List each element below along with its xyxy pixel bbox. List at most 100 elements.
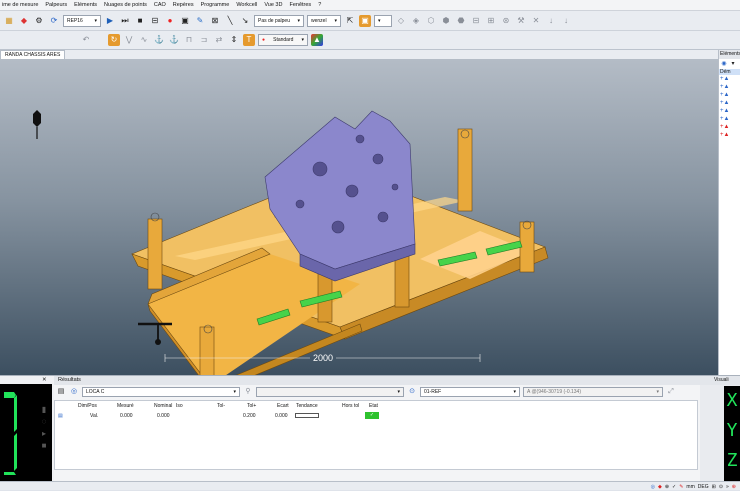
- chevron-down-icon: ▾: [297, 17, 300, 24]
- undo-icon[interactable]: ↶: [80, 34, 92, 46]
- menu-cao[interactable]: CAO: [154, 2, 166, 8]
- unit-label[interactable]: mm: [686, 484, 694, 490]
- status-icon[interactable]: ⊕: [665, 484, 669, 490]
- tree-item[interactable]: +▲: [720, 75, 740, 83]
- tree-item[interactable]: +▲: [720, 131, 740, 139]
- marker2-icon[interactable]: ↓: [560, 15, 572, 27]
- menu-vue3d[interactable]: Vue 3D: [264, 2, 282, 8]
- section-icon[interactable]: ⊟: [470, 15, 482, 27]
- menu-workcell[interactable]: Workcell: [236, 2, 257, 8]
- stop-icon[interactable]: ■: [38, 440, 50, 452]
- close-icon[interactable]: ✕: [42, 376, 47, 385]
- fixture-icon[interactable]: ▦: [3, 15, 15, 27]
- results-table: Dim/Pos Mesuré Nominal Iso Tol- Tol+ Eca…: [54, 400, 698, 470]
- chevron-down-icon: ▾: [513, 388, 516, 395]
- wire-icon[interactable]: ⬣: [455, 15, 467, 27]
- status-ok-badge: ✓: [365, 412, 379, 419]
- status-icon[interactable]: »: [726, 484, 729, 490]
- tree-item[interactable]: +▲: [720, 123, 740, 131]
- mode-select[interactable]: ● Standard ▾: [258, 34, 308, 46]
- binoculars-icon[interactable]: ⊙: [407, 387, 417, 397]
- transform-icon[interactable]: ⇱: [344, 15, 356, 27]
- next-icon[interactable]: ▸: [38, 428, 50, 440]
- menu-nuages[interactable]: Nuages de points: [104, 2, 147, 8]
- align-icon[interactable]: ⊠: [209, 15, 221, 27]
- save-icon[interactable]: ▣: [179, 15, 191, 27]
- tree-item[interactable]: +▲: [720, 99, 740, 107]
- path-icon[interactable]: ⋁: [123, 34, 135, 46]
- document-tab[interactable]: RANDA CHASSIS ARES: [0, 50, 66, 59]
- anchor2-icon[interactable]: ⚓: [168, 34, 180, 46]
- step-icon[interactable]: ⏭: [119, 15, 131, 27]
- loca-select[interactable]: LOCA C ▾: [82, 386, 240, 397]
- search-icon[interactable]: ⚲: [243, 387, 253, 397]
- menu-elements[interactable]: Eléments: [74, 2, 97, 8]
- 3d-scene: [33, 110, 549, 375]
- status-icon[interactable]: ◆: [658, 484, 662, 490]
- clip-icon[interactable]: ⊞: [485, 15, 497, 27]
- measure-mode-icon[interactable]: T: [243, 34, 255, 46]
- status-icon[interactable]: ⊙: [719, 484, 723, 490]
- tree-item[interactable]: +▲: [720, 107, 740, 115]
- expand-icon[interactable]: ⤢: [666, 387, 676, 397]
- ref-select[interactable]: 01-REF ▾: [420, 386, 520, 397]
- menu-fenetres[interactable]: Fenêtres: [289, 2, 311, 8]
- element-select[interactable]: ▾: [256, 386, 404, 397]
- cube-view-icon[interactable]: ▣: [359, 14, 371, 27]
- menu-palpeurs[interactable]: Palpeurs: [45, 2, 67, 8]
- height-icon[interactable]: ⇕: [228, 34, 240, 46]
- status-icon[interactable]: ⊕: [732, 484, 736, 490]
- view-select[interactable]: ▾: [374, 14, 392, 27]
- play-icon[interactable]: ▶: [104, 15, 116, 27]
- status-icon[interactable]: ✎: [679, 484, 683, 490]
- stop-icon[interactable]: ■: [134, 15, 146, 27]
- cycle-icon[interactable]: ⟳: [48, 15, 60, 27]
- rep-select[interactable]: REP16 ▾: [63, 14, 101, 27]
- cancel-icon[interactable]: ✕: [530, 15, 542, 27]
- marker-icon[interactable]: ↓: [545, 15, 557, 27]
- tools-icon[interactable]: ⚒: [515, 15, 527, 27]
- probe-color-icon[interactable]: ◆: [18, 15, 30, 27]
- clamp-icon[interactable]: ⊓: [183, 34, 195, 46]
- trace-icon[interactable]: ∿: [138, 34, 150, 46]
- menu-reperes[interactable]: Repères: [173, 2, 194, 8]
- menu-programme[interactable]: Programme: [201, 2, 230, 8]
- program-icon[interactable]: ⊟: [149, 15, 161, 27]
- list-icon[interactable]: ▤: [56, 387, 66, 397]
- globe-icon[interactable]: ◉: [720, 60, 728, 68]
- trash-icon[interactable]: ▮: [38, 404, 50, 416]
- record-icon[interactable]: ●: [164, 15, 176, 27]
- document-tab-strip: RANDA CHASSIS ARES: [0, 50, 720, 59]
- menu-help[interactable]: ?: [318, 2, 321, 8]
- tree-item[interactable]: +▲: [720, 83, 740, 91]
- stylus-icon[interactable]: ╲: [224, 15, 236, 27]
- menu-mesure[interactable]: ime de mesure: [2, 2, 38, 8]
- palpeur-select[interactable]: Pas de palpeu ▾: [254, 14, 304, 27]
- anchor-icon[interactable]: ⚓: [153, 34, 165, 46]
- 3d-viewport[interactable]: 2000: [0, 59, 718, 375]
- surface-icon[interactable]: ⬢: [440, 15, 452, 27]
- probe-icon[interactable]: ✎: [194, 15, 206, 27]
- explode-icon[interactable]: ⊛: [500, 15, 512, 27]
- globe-icon[interactable]: ◎: [69, 387, 79, 397]
- rotate-icon[interactable]: ↻: [108, 34, 120, 46]
- tree-item[interactable]: +▲: [720, 115, 740, 123]
- stylus-angle-icon[interactable]: ↘: [239, 15, 251, 27]
- flip-icon[interactable]: ⇄: [213, 34, 225, 46]
- coords-field[interactable]: A @(946-30719 (-0.134) ▾: [523, 386, 663, 397]
- solid-icon[interactable]: ⬡: [425, 15, 437, 27]
- angle-label[interactable]: DEG: [698, 484, 709, 490]
- gear-icon[interactable]: ⚙: [33, 15, 45, 27]
- status-icon[interactable]: ✓: [672, 484, 676, 490]
- filter-icon[interactable]: ▾: [729, 60, 737, 68]
- status-icon[interactable]: ⊞: [712, 484, 716, 490]
- cube-shaded-icon[interactable]: ◈: [410, 15, 422, 27]
- bracket-icon[interactable]: ⊐: [198, 34, 210, 46]
- tree-item[interactable]: +▲: [720, 91, 740, 99]
- palette-icon[interactable]: ▲: [311, 34, 323, 46]
- wenzel-select[interactable]: wenzel ▾: [307, 14, 341, 27]
- chevron-down-icon: ▾: [301, 37, 304, 43]
- cube-icon[interactable]: ◇: [395, 15, 407, 27]
- refresh-icon[interactable]: ◌: [38, 416, 50, 428]
- status-icon[interactable]: ◎: [651, 484, 655, 490]
